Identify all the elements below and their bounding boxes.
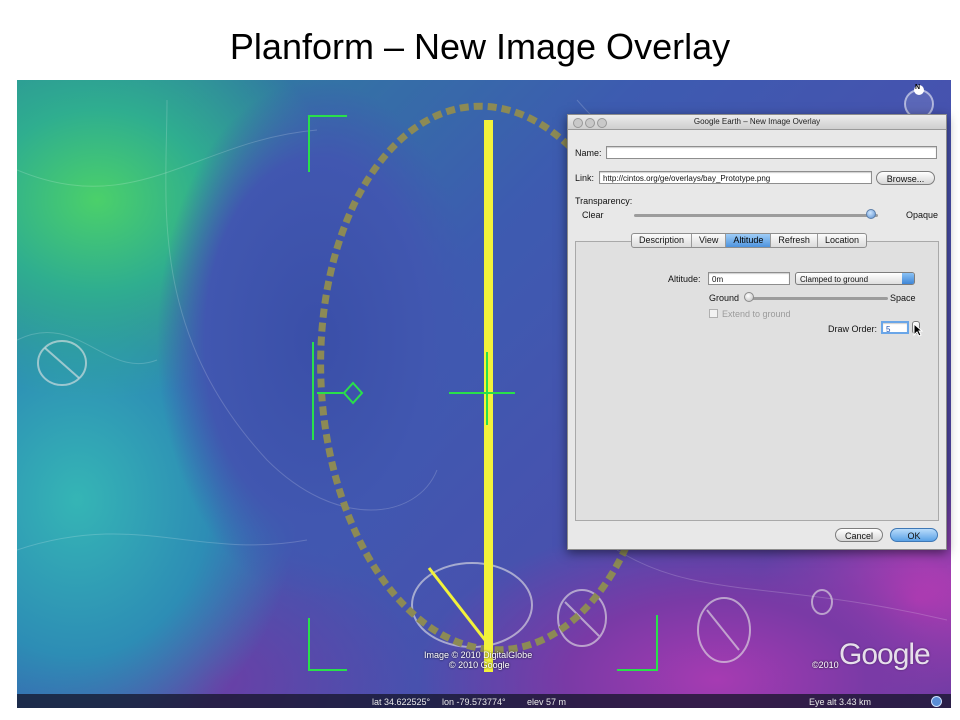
status-bar: lat 34.622525° lon -79.573774° elev 57 m…	[17, 694, 951, 708]
name-field[interactable]	[606, 146, 937, 159]
altitude-slider-knob[interactable]	[744, 292, 754, 302]
new-image-overlay-dialog: Google Earth – New Image Overlay Name: L…	[567, 114, 947, 550]
altitude-mode-value: Clamped to ground	[800, 275, 869, 284]
altitude-slider[interactable]	[746, 297, 888, 300]
map-status-icon	[931, 696, 942, 707]
tab-bar: Description View Altitude Refresh Locati…	[631, 233, 867, 248]
mouse-cursor-icon	[913, 323, 923, 337]
link-label: Link:	[575, 173, 595, 183]
slide-title: Planform – New Image Overlay	[229, 26, 731, 67]
chevron-updown-icon	[902, 273, 914, 284]
extend-to-ground-label: Extend to ground	[722, 309, 791, 319]
overlay-center-handle[interactable]	[449, 352, 515, 425]
dialog-titlebar[interactable]: Google Earth – New Image Overlay	[568, 115, 946, 130]
status-eye-alt: Eye alt 3.43 km	[809, 697, 872, 707]
tab-view[interactable]: View	[692, 234, 727, 247]
transparency-slider[interactable]	[634, 214, 878, 217]
space-label: Space	[890, 293, 916, 303]
google-logo: Google	[839, 638, 931, 671]
transparency-slider-knob[interactable]	[865, 209, 876, 219]
status-lon: lon -79.573774°	[442, 697, 506, 707]
google-copyright: © 2010 Google	[449, 660, 510, 670]
compass-north-label: N	[915, 84, 921, 91]
altitude-label: Altitude:	[668, 274, 701, 284]
tab-description[interactable]: Description	[632, 234, 693, 247]
altitude-mode-select[interactable]: Clamped to ground	[795, 272, 915, 285]
overlay-center-line[interactable]	[484, 120, 493, 672]
transparency-clear-label: Clear	[582, 210, 604, 220]
tab-altitude[interactable]: Altitude	[726, 234, 772, 247]
transparency-opaque-label: Opaque	[906, 210, 939, 220]
altitude-field[interactable]: 0m	[708, 272, 790, 285]
dialog-title: Google Earth – New Image Overlay	[693, 117, 821, 126]
name-label: Name:	[575, 148, 602, 158]
cancel-button[interactable]: Cancel	[835, 528, 883, 542]
status-lat: lat 34.622525°	[372, 697, 431, 707]
tab-location[interactable]: Location	[818, 234, 866, 247]
logo-year: ©2010	[812, 660, 839, 670]
link-field[interactable]: http://cintos.org/ge/overlays/bay_Protot…	[599, 171, 872, 184]
draw-order-field[interactable]: 5	[881, 321, 909, 334]
ground-label: Ground	[709, 293, 740, 303]
draw-order-label: Draw Order:	[828, 324, 878, 334]
imagery-copyright: Image © 2010 DigitalGlobe	[424, 650, 533, 660]
ok-button[interactable]: OK	[890, 528, 938, 542]
tab-refresh[interactable]: Refresh	[771, 234, 818, 247]
transparency-label: Transparency:	[575, 196, 633, 206]
extend-to-ground-checkbox[interactable]	[709, 309, 718, 318]
browse-button[interactable]: Browse...	[876, 171, 935, 185]
status-elev: elev 57 m	[527, 697, 567, 707]
